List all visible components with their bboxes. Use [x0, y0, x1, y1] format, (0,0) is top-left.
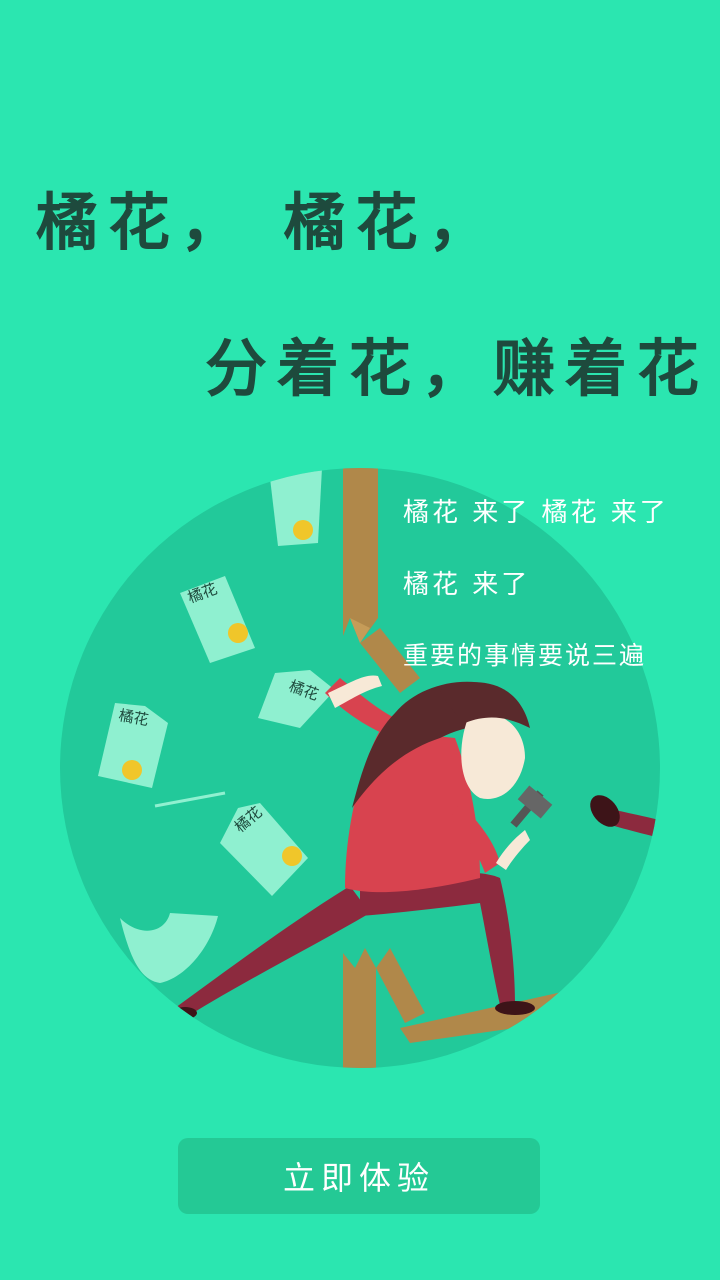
flying-paper-1 [270, 468, 322, 546]
caption-line-1: 橘花 来了 橘花 来了 [403, 498, 669, 528]
caption-line-3: 重要的事情要说三遍 [403, 641, 647, 670]
headline-line-1: 橘花， 橘花， [36, 186, 500, 259]
flying-paper-4: 橘花 [98, 703, 168, 788]
flying-paper-2: 橘花 [180, 576, 255, 663]
start-now-button[interactable]: 立即体验 [178, 1138, 540, 1214]
flying-paper-6 [120, 913, 218, 983]
illustration-circle: 橘花 橘花 橘花 橘花 [60, 468, 660, 1068]
caption-line-2: 橘花 来了 [403, 570, 531, 600]
woman-breaking-wall-illustration: 橘花 橘花 橘花 橘花 [98, 468, 660, 1068]
flying-paper-3: 橘花 [258, 670, 335, 728]
start-now-label: 立即体验 [282, 1159, 435, 1197]
wooden-plank-bottom [343, 948, 600, 1068]
flying-paper-5: 橘花 [220, 803, 308, 896]
headline-line-2: 分着花，赚着花 [205, 332, 710, 405]
